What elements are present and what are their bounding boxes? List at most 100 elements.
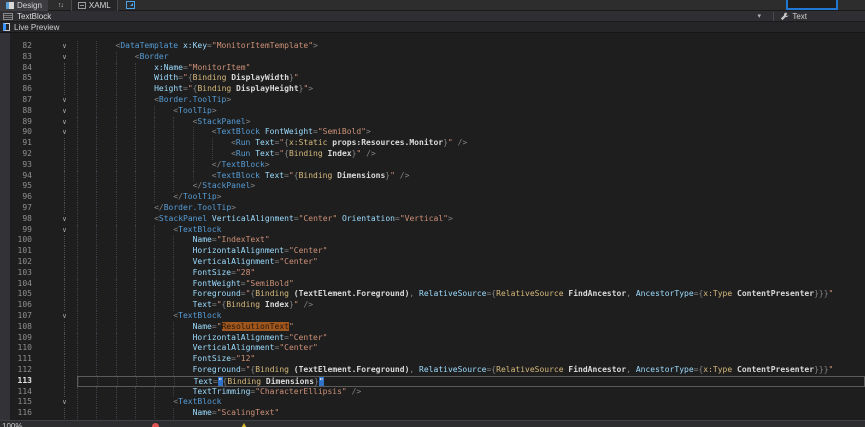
code-text[interactable]: FontWeight="SemiBold" [77, 279, 865, 290]
code-text[interactable]: <TextBlock [77, 225, 865, 236]
line-number[interactable]: 99 [0, 225, 36, 236]
code-line[interactable]: 104 FontWeight="SemiBold" [0, 279, 865, 290]
xaml-tab[interactable]: XAML [71, 0, 118, 11]
breadcrumb-tool[interactable]: Text [773, 12, 807, 21]
code-text[interactable]: <StackPanel> [77, 117, 865, 128]
code-text[interactable]: <TextBlock [77, 311, 865, 322]
code-line[interactable]: 99∨<TextBlock [0, 225, 865, 236]
line-number[interactable]: 102 [0, 257, 36, 268]
code-text[interactable]: TextTrimming="CharacterEllipsis" /> [77, 387, 865, 398]
code-text[interactable]: <ToolTip> [77, 106, 865, 117]
code-text[interactable]: </Border.ToolTip> [77, 203, 865, 214]
code-line[interactable]: 114TextTrimming="CharacterEllipsis" /> [0, 387, 865, 398]
design-tab[interactable]: Design [0, 0, 48, 11]
code-text[interactable]: <TextBlock FontWeight="SemiBold"> [77, 127, 865, 138]
line-number[interactable]: 86 [0, 84, 36, 95]
code-line[interactable]: 88∨<ToolTip> [0, 106, 865, 117]
line-number[interactable]: 84 [0, 63, 36, 74]
code-line[interactable]: 109 HorizontalAlignment="Center" [0, 333, 865, 344]
fold-chevron-icon[interactable]: ∨ [36, 52, 77, 63]
fold-chevron-icon[interactable]: ∨ [36, 225, 77, 236]
code-line[interactable]: 110 VerticalAlignment="Center" [0, 343, 865, 354]
code-text[interactable]: Height="{Binding DisplayHeight}"> [77, 84, 865, 95]
code-line[interactable]: 89∨<StackPanel> [0, 117, 865, 128]
zoom-level-label[interactable]: 100% [2, 422, 22, 427]
code-text[interactable]: </ToolTip> [77, 192, 865, 203]
fold-chevron-icon[interactable]: ∨ [36, 214, 77, 225]
code-line[interactable]: 85 Width="{Binding DisplayWidth}" [0, 73, 865, 84]
code-line[interactable]: 96 </ToolTip> [0, 192, 865, 203]
code-text[interactable]: Width="{Binding DisplayWidth}" [77, 73, 865, 84]
code-text[interactable]: Text="{Binding Index}" /> [77, 300, 865, 311]
code-line[interactable]: 103 FontSize="28" [0, 268, 865, 279]
fold-chevron-icon[interactable]: ∨ [36, 95, 77, 106]
code-line[interactable]: 115∨<TextBlock [0, 397, 865, 408]
code-text[interactable]: <Run Text="{x:Static props:Resources.Mon… [77, 138, 865, 149]
code-text[interactable]: VerticalAlignment="Center" [77, 343, 865, 354]
code-line[interactable]: 84 x:Name="MonitorItem" [0, 63, 865, 74]
fold-chevron-icon[interactable]: ∨ [36, 127, 77, 138]
code-text[interactable]: <TextBlock Text="{Binding Dimensions}" /… [77, 171, 865, 182]
code-line[interactable]: 100 Name="IndexText" [0, 235, 865, 246]
code-text[interactable]: VerticalAlignment="Center" [77, 257, 865, 268]
code-text[interactable]: HorizontalAlignment="Center" [77, 246, 865, 257]
code-text[interactable]: Foreground="{Binding (TextElement.Foregr… [77, 289, 865, 300]
code-text[interactable]: Name="IndexText" [77, 235, 865, 246]
line-number[interactable]: 91 [0, 138, 36, 149]
line-number[interactable]: 103 [0, 268, 36, 279]
code-text[interactable]: <Border.ToolTip> [77, 95, 865, 106]
code-line[interactable]: 93</TextBlock> [0, 160, 865, 171]
line-number[interactable]: 96 [0, 192, 36, 203]
line-number[interactable]: 100 [0, 235, 36, 246]
line-number[interactable]: 95 [0, 181, 36, 192]
code-text[interactable]: <StackPanel VerticalAlignment="Center" O… [77, 214, 865, 225]
code-line[interactable]: 86 Height="{Binding DisplayHeight}"> [0, 84, 865, 95]
code-line[interactable]: 87∨<Border.ToolTip> [0, 95, 865, 106]
line-number[interactable]: 109 [0, 333, 36, 344]
code-text[interactable]: HorizontalAlignment="Center" [77, 333, 865, 344]
line-number[interactable]: 115 [0, 397, 36, 408]
error-icon[interactable] [152, 423, 159, 427]
line-number[interactable]: 82 [0, 41, 36, 52]
line-number[interactable]: 110 [0, 343, 36, 354]
code-line[interactable]: 90∨<TextBlock FontWeight="SemiBold"> [0, 127, 865, 138]
fold-chevron-icon[interactable]: ∨ [36, 41, 77, 52]
code-text[interactable]: FontSize="28" [77, 268, 865, 279]
line-number[interactable]: 106 [0, 300, 36, 311]
line-number[interactable]: 111 [0, 354, 36, 365]
popout-window-icon[interactable] [126, 1, 135, 9]
line-number[interactable]: 116 [0, 408, 36, 419]
line-number[interactable]: 83 [0, 52, 36, 63]
code-text[interactable]: Name="ResolutionText" [77, 322, 865, 333]
line-number[interactable]: 104 [0, 279, 36, 290]
code-line[interactable]: 91 <Run Text="{x:Static props:Resources.M… [0, 138, 865, 149]
line-number[interactable]: 85 [0, 73, 36, 84]
code-text[interactable]: </StackPanel> [77, 181, 865, 192]
line-number[interactable]: 90 [0, 127, 36, 138]
code-line[interactable]: 113Text="{Binding Dimensions}" [0, 376, 865, 387]
code-line[interactable]: 97</Border.ToolTip> [0, 203, 865, 214]
line-number[interactable]: 107 [0, 311, 36, 322]
code-text[interactable]: <Run Text="{Binding Index}" /> [77, 149, 865, 160]
code-text[interactable]: <Border [77, 52, 865, 63]
code-text[interactable]: Foreground="{Binding (TextElement.Foregr… [77, 365, 865, 376]
code-line[interactable]: 111FontSize="12" [0, 354, 865, 365]
line-number[interactable]: 108 [0, 322, 36, 333]
code-line[interactable]: 108 Name="ResolutionText" [0, 322, 865, 333]
code-line[interactable]: 116 Name="ScalingText" [0, 408, 865, 419]
code-text[interactable]: Name="ScalingText" [77, 408, 865, 419]
code-line[interactable]: 82∨<DataTemplate x:Key="MonitorItemTempl… [0, 41, 865, 52]
fold-chevron-icon[interactable]: ∨ [36, 397, 77, 408]
line-number[interactable]: 98 [0, 214, 36, 225]
line-number[interactable]: 101 [0, 246, 36, 257]
code-line[interactable]: 112Foreground="{Binding (TextElement.For… [0, 365, 865, 376]
code-text[interactable]: <DataTemplate x:Key="MonitorItemTemplate… [77, 41, 865, 52]
code-text[interactable]: x:Name="MonitorItem" [77, 63, 865, 74]
line-number[interactable]: 87 [0, 95, 36, 106]
line-number[interactable]: 93 [0, 160, 36, 171]
line-number[interactable]: 105 [0, 289, 36, 300]
code-line[interactable]: 102 VerticalAlignment="Center" [0, 257, 865, 268]
live-preview-tab[interactable]: Live Preview [0, 22, 865, 33]
code-line[interactable]: 95 </StackPanel> [0, 181, 865, 192]
code-text[interactable]: <TextBlock [77, 397, 865, 408]
